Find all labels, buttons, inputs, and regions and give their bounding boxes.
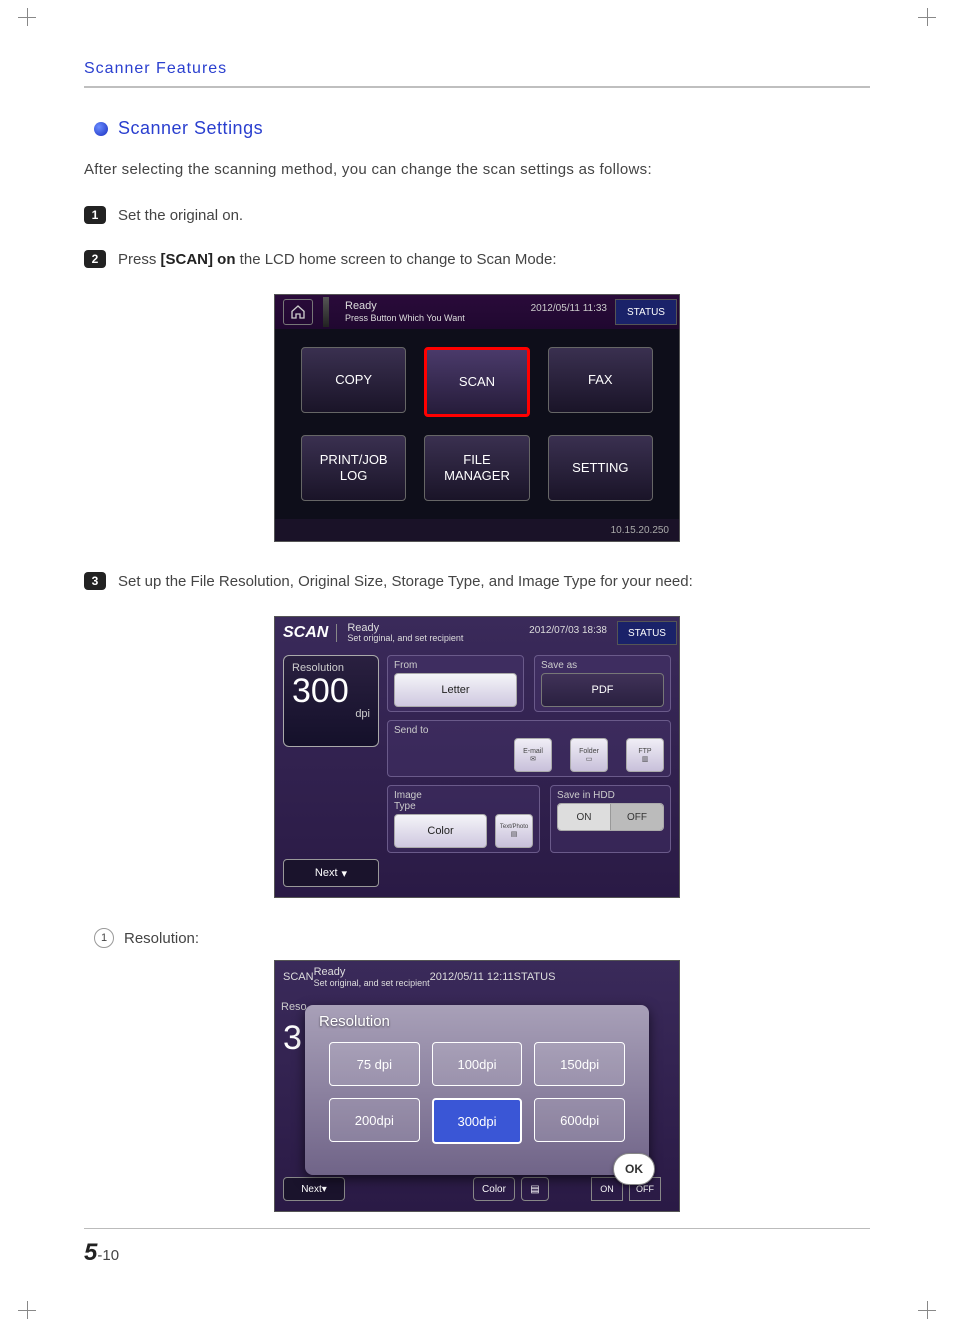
step-text: Set the original on. [118, 207, 243, 224]
intro-text: After selecting the scanning method, you… [84, 161, 870, 178]
status-sub: Set original, and set recipient [314, 978, 430, 988]
ok-button[interactable]: OK [613, 1153, 655, 1185]
bg-res-label: Reso [281, 1001, 307, 1013]
saveinhdd-label: Save in HDD [557, 790, 664, 801]
timestamp: 2012/07/03 18:38 [529, 625, 607, 636]
tile-filemanager[interactable]: FILE MANAGER [424, 435, 529, 501]
step-number: 2 [84, 250, 106, 268]
lcd-resolution-modal-screen: SCAN Ready Set original, and set recipie… [274, 960, 680, 1212]
ip-address: 10.15.20.250 [275, 519, 679, 541]
saveas-value-button[interactable]: PDF [541, 673, 664, 707]
folder-button[interactable]: Folder▭ [570, 738, 608, 772]
header-rule [84, 86, 870, 88]
resolution-unit: dpi [292, 708, 370, 720]
resolution-box[interactable]: Resolution 300 dpi [283, 655, 379, 747]
from-label: From [394, 660, 517, 671]
step-3: 3 Set up the File Resolution, Original S… [84, 572, 870, 590]
tile-copy[interactable]: COPY [301, 347, 406, 413]
title-text: Scanner Settings [118, 118, 263, 139]
tile-fax[interactable]: FAX [548, 347, 653, 413]
hdd-toggle[interactable]: ON OFF [557, 803, 664, 831]
resolution-option[interactable]: 75 dpi [329, 1042, 420, 1086]
resolution-option[interactable]: 600dpi [534, 1098, 625, 1142]
status-button[interactable]: STATUS [617, 621, 677, 645]
resolution-option[interactable]: 300dpi [432, 1098, 523, 1144]
from-value-button[interactable]: Letter [394, 673, 517, 707]
email-button[interactable]: E-mail✉ [514, 738, 552, 772]
textphoto-button[interactable]: Text/Photo▤ [495, 814, 533, 848]
status-sub: Set original, and set recipient [347, 634, 463, 644]
step-2: 2 Press [SCAN] on the LCD home screen to… [84, 250, 870, 268]
toggle-off[interactable]: OFF [610, 804, 663, 830]
sendto-label: Send to [394, 725, 664, 736]
ftp-button[interactable]: FTP▥ [626, 738, 664, 772]
status-ready: Ready [345, 300, 465, 313]
step-number: 1 [84, 206, 106, 224]
imagetype-label: Image Type [394, 790, 533, 812]
screen-title: SCAN [283, 624, 337, 642]
lcd-home-screen: Ready Press Button Which You Want 2012/0… [274, 294, 680, 542]
tile-scan[interactable]: SCAN [424, 347, 529, 417]
bullet-icon [94, 122, 108, 136]
resolution-option[interactable]: 100dpi [432, 1042, 523, 1086]
resolution-option[interactable]: 200dpi [329, 1098, 420, 1142]
timestamp: 2012/05/11 12:11 [430, 971, 514, 983]
screen-title: SCAN [283, 971, 314, 983]
server-icon: ▥ [642, 755, 649, 763]
modal-title: Resolution [305, 1005, 649, 1038]
page-footer: 5-10 [84, 1228, 870, 1267]
substep-1: 1 Resolution: [94, 928, 870, 948]
folder-icon: ▭ [586, 755, 593, 763]
step-text: Press [SCAN] on the LCD home screen to c… [118, 251, 557, 268]
toggle-on[interactable]: ON [558, 804, 610, 830]
mail-icon: ✉ [530, 755, 536, 763]
timestamp: 2012/05/11 11:33 [531, 303, 607, 314]
section-header: Scanner Features [84, 60, 870, 78]
step-number: 3 [84, 572, 106, 590]
step-text: Set up the File Resolution, Original Siz… [118, 573, 693, 590]
saveas-label: Save as [541, 660, 664, 671]
page-title: Scanner Settings [94, 118, 870, 139]
bg-icon: ▤ [521, 1177, 549, 1201]
next-button[interactable]: Next ▾ [283, 1177, 345, 1201]
substep-text: Resolution: [124, 930, 199, 947]
status-sub: Press Button Which You Want [345, 313, 465, 324]
status-ready: Ready [314, 966, 430, 978]
page-icon: ▤ [511, 830, 518, 838]
home-icon[interactable] [283, 299, 313, 325]
status-button[interactable]: STATUS [514, 971, 556, 983]
status-button[interactable]: STATUS [615, 299, 677, 325]
bg-color: Color [473, 1177, 515, 1201]
tile-printjob[interactable]: PRINT/JOB LOG [301, 435, 406, 501]
resolution-modal: Resolution 75 dpi 100dpi150dpi 200dpi 300dp… [305, 1005, 649, 1175]
next-button[interactable]: Next▾ [283, 859, 379, 887]
chevron-down-icon: ▾ [342, 867, 348, 880]
step-1: 1 Set the original on. [84, 206, 870, 224]
resolution-option[interactable]: 150dpi [534, 1042, 625, 1086]
circled-number-icon: 1 [94, 928, 114, 948]
resolution-value: 300 [292, 674, 370, 708]
bg-res-value: 3 [283, 1019, 302, 1058]
tile-setting[interactable]: SETTING [548, 435, 653, 501]
lcd-scan-screen: SCAN Ready Set original, and set recipie… [274, 616, 680, 898]
color-button[interactable]: Color [394, 814, 487, 848]
